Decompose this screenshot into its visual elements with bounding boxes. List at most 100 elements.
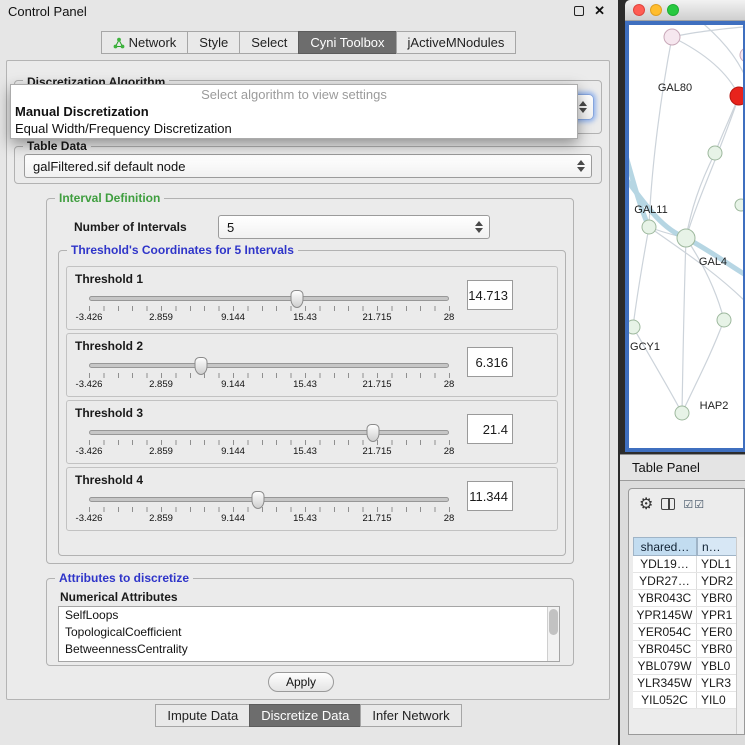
node[interactable] [735, 199, 743, 211]
table-data-selected-value: galFiltered.sif default node [33, 159, 185, 174]
tick-label: 15.43 [293, 513, 317, 524]
float-window-icon[interactable] [574, 6, 584, 16]
number-of-intervals-value: 5 [227, 220, 234, 235]
table-row[interactable]: YLR345WYLR3 [633, 675, 745, 692]
node-label: HAP2 [700, 400, 729, 412]
node[interactable] [717, 313, 731, 327]
zoom-traffic-light-icon[interactable] [667, 4, 679, 16]
node-gcy1[interactable] [629, 320, 640, 334]
table-row[interactable]: YDR27…YDR2 [633, 573, 745, 590]
threshold-label: Threshold 1 [75, 272, 143, 286]
list-scrollbar[interactable] [547, 607, 559, 661]
slider-ticks [89, 373, 450, 378]
column-header-shared-name[interactable]: shared… [633, 537, 697, 556]
node-gal4[interactable] [677, 229, 695, 247]
tick-label: 2.859 [149, 312, 173, 323]
node-label: GAL11 [634, 204, 667, 216]
tick-label: 9.144 [221, 446, 245, 457]
tab-label: Infer Network [372, 705, 449, 726]
threshold-4-slider[interactable] [89, 497, 449, 502]
selected-red-node[interactable] [730, 87, 743, 105]
list-item[interactable]: SelfLoops [59, 607, 559, 624]
checkbox-icons[interactable]: ☑☑ [683, 498, 705, 511]
combo-stepper-icon [579, 101, 587, 113]
slider-tick-labels: -3.426 2.859 9.144 15.43 21.715 28 [89, 513, 449, 525]
slider-tick-labels: -3.426 2.859 9.144 15.43 21.715 28 [89, 312, 449, 324]
table-row[interactable]: YDL19…YDL1 [633, 556, 745, 573]
tab-style[interactable]: Style [187, 31, 240, 54]
table-scrollbar[interactable] [736, 537, 744, 734]
tab-select[interactable]: Select [239, 31, 299, 54]
table-row[interactable]: YIL052CYIL0 [633, 692, 745, 709]
tab-label: Style [199, 32, 228, 53]
gear-icon[interactable]: ⚙ [639, 494, 653, 514]
minimize-traffic-light-icon[interactable] [650, 4, 662, 16]
network-view-window: GAL80 GAL11 GAL4 GCY1 HAP2 [625, 0, 745, 452]
threshold-2-slider[interactable] [89, 363, 449, 368]
list-item[interactable]: BetweennessCentrality [59, 641, 559, 658]
table-panel-header[interactable]: Table Panel [620, 454, 745, 481]
table-data-select[interactable]: galFiltered.sif default node [24, 154, 592, 178]
dropdown-placeholder-option[interactable]: Select algorithm to view settings [11, 86, 577, 103]
tab-jactivemnodules[interactable]: jActiveMNodules [396, 31, 517, 54]
combo-stepper-icon [577, 160, 585, 172]
tick-label: 15.43 [293, 446, 317, 457]
tab-label: Discretize Data [261, 705, 349, 726]
node-gal11[interactable] [642, 220, 656, 234]
dropdown-option-manual-discretization[interactable]: Manual Discretization [11, 103, 577, 120]
thresholds-group-title: Threshold's Coordinates for 5 Intervals [67, 243, 298, 257]
list-item[interactable]: TopologicalCoefficient [59, 624, 559, 641]
tab-network[interactable]: Network [101, 31, 189, 54]
tick-label: -3.426 [76, 312, 103, 323]
tab-infer-network[interactable]: Infer Network [360, 704, 461, 727]
cell: YBL079W [633, 658, 697, 674]
close-icon[interactable]: ✕ [594, 3, 605, 19]
node-gal80[interactable] [664, 29, 680, 45]
scrollbar-thumb[interactable] [549, 609, 558, 635]
tick-label: 21.715 [362, 379, 391, 390]
threshold-1-value-field[interactable]: 14.713 [467, 280, 513, 310]
table-row[interactable]: YBL079WYBL0 [633, 658, 745, 675]
tick-label: -3.426 [76, 379, 103, 390]
threshold-3-panel: Threshold 3 -3.426 2.859 9.144 15.43 21.… [66, 400, 558, 464]
cell: YIL052C [633, 692, 697, 708]
tick-label: 28 [444, 379, 455, 390]
number-of-intervals-select[interactable]: 5 [218, 215, 490, 239]
cell: YLR345W [633, 675, 697, 691]
tick-label: 21.715 [362, 312, 391, 323]
node[interactable] [708, 146, 722, 160]
tab-impute-data[interactable]: Impute Data [155, 704, 250, 727]
threshold-4-value-field[interactable]: 11.344 [467, 481, 513, 511]
numerical-attributes-list[interactable]: SelfLoops TopologicalCoefficient Between… [58, 606, 560, 662]
threshold-3-slider[interactable] [89, 430, 449, 435]
tab-label: jActiveMNodules [408, 32, 505, 53]
tick-label: 9.144 [221, 513, 245, 524]
tick-label: 21.715 [362, 513, 391, 524]
threshold-1-slider[interactable] [89, 296, 449, 301]
tick-label: 28 [444, 513, 455, 524]
threshold-3-value-field[interactable]: 21.4 [467, 414, 513, 444]
cyni-bottom-tabs: Impute Data Discretize Data Infer Networ… [0, 704, 618, 726]
network-window-titlebar[interactable] [625, 0, 745, 21]
node-hap2[interactable] [675, 406, 689, 420]
network-icon [113, 37, 125, 49]
node[interactable] [740, 48, 743, 62]
control-panel-window: Control Panel ✕ Network Style Select Cyn… [0, 0, 618, 745]
table-row[interactable]: YER054CYER0 [633, 624, 745, 641]
slider-ticks [89, 306, 450, 311]
numerical-attributes-label: Numerical Attributes [60, 590, 178, 604]
columns-icon[interactable] [661, 498, 675, 510]
tab-cyni-toolbox[interactable]: Cyni Toolbox [298, 31, 396, 54]
close-traffic-light-icon[interactable] [633, 4, 645, 16]
node-table-window: ⚙ ☑☑ shared… n… YDL19…YDL1 YDR27…YDR2 YB… [628, 488, 745, 735]
dropdown-option-equal-width[interactable]: Equal Width/Frequency Discretization [11, 120, 577, 137]
attributes-group-title: Attributes to discretize [55, 571, 193, 585]
table-row[interactable]: YPR145WYPR1 [633, 607, 745, 624]
threshold-2-value-field[interactable]: 6.316 [467, 347, 513, 377]
table-row[interactable]: YBR043CYBR0 [633, 590, 745, 607]
tick-label: 2.859 [149, 446, 173, 457]
network-canvas[interactable]: GAL80 GAL11 GAL4 GCY1 HAP2 [625, 21, 745, 452]
apply-button[interactable]: Apply [268, 672, 334, 692]
table-row[interactable]: YBR045CYBR0 [633, 641, 745, 658]
tab-discretize-data[interactable]: Discretize Data [249, 704, 361, 727]
